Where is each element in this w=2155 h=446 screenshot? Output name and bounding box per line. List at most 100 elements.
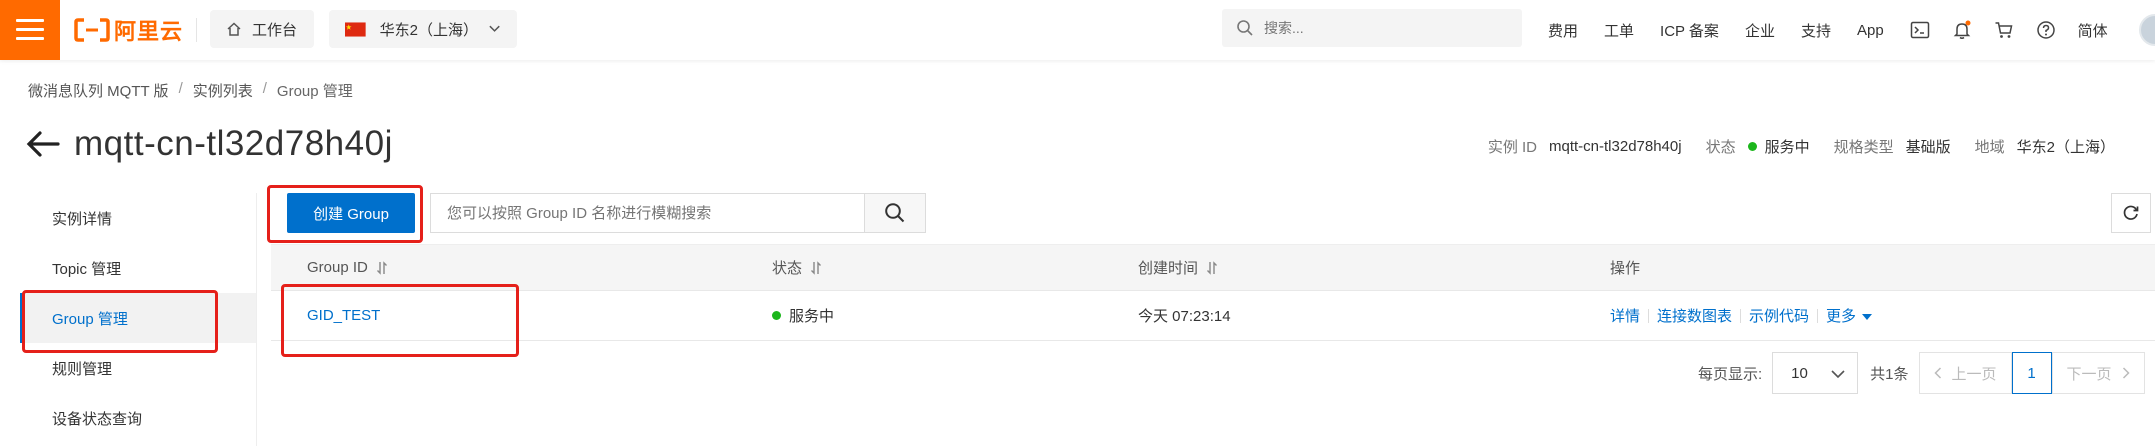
instance-id-value: mqtt-cn-tl32d78h40j <box>1549 138 1682 155</box>
details-link[interactable]: 详情 <box>1610 305 1640 326</box>
create-group-button[interactable]: 创建 Group <box>287 193 415 233</box>
region-label: 华东2（上海） <box>379 21 478 39</box>
per-page-label: 每页显示: <box>1698 365 1763 383</box>
sidebar-item-label: Topic 管理 <box>52 260 122 278</box>
breadcrumb-separator: / <box>178 80 183 97</box>
more-dropdown[interactable]: 更多 <box>1826 305 1873 326</box>
global-search-input[interactable] <box>1264 20 1504 36</box>
sort-icon[interactable] <box>1206 260 1218 275</box>
column-label: 状态 <box>772 260 803 277</box>
next-page-label: 下一页 <box>2066 365 2112 383</box>
pagination: 每页显示: 10 共1条 上一页 1 下一页 <box>1698 352 2145 394</box>
sort-icon[interactable] <box>810 260 822 275</box>
link-enterprise[interactable]: 企业 <box>1745 20 1775 41</box>
page-header: mqtt-cn-tl32d78h40j <box>26 124 393 164</box>
avatar[interactable] <box>2139 14 2155 46</box>
aliyun-logo[interactable]: 阿里云 <box>74 14 183 46</box>
link-app[interactable]: App <box>1857 22 1884 39</box>
status-label: 状态 <box>1705 139 1736 156</box>
link-icp[interactable]: ICP 备案 <box>1660 20 1719 41</box>
connection-chart-link[interactable]: 连接数图表 <box>1657 305 1732 326</box>
home-icon <box>227 22 241 36</box>
column-header-actions: 操作 <box>1610 245 1640 290</box>
page-title: mqtt-cn-tl32d78h40j <box>74 124 393 163</box>
sidebar-item-rules[interactable]: 规则管理 <box>20 343 256 393</box>
page-number-button[interactable]: 1 <box>2011 352 2052 394</box>
column-header-created[interactable]: 创建时间 <box>1138 245 1218 290</box>
region-meta-label: 地域 <box>1974 139 2005 156</box>
column-header-group-id[interactable]: Group ID <box>307 245 388 290</box>
region-selector[interactable]: 华东2（上海） <box>329 10 517 48</box>
spec-label: 规格类型 <box>1833 139 1894 156</box>
bell-icon[interactable] <box>1952 20 1972 40</box>
region-meta-value: 华东2（上海） <box>2016 139 2115 156</box>
sidebar-item-label: 设备状态查询 <box>52 410 143 428</box>
instance-id-label: 实例 ID <box>1487 139 1537 156</box>
breadcrumb-item-instances[interactable]: 实例列表 <box>193 80 253 101</box>
language-switch[interactable]: 简体 <box>2078 20 2108 41</box>
link-tickets[interactable]: 工单 <box>1604 20 1634 41</box>
sidebar-item-device-status[interactable]: 设备状态查询 <box>20 393 256 443</box>
sidebar-item-topic[interactable]: Topic 管理 <box>20 243 256 293</box>
china-flag-icon <box>345 21 366 37</box>
hamburger-menu-button[interactable] <box>0 0 60 60</box>
next-page-button[interactable]: 下一页 <box>2051 352 2145 394</box>
divider <box>1648 308 1650 323</box>
sidebar-item-instance-details[interactable]: 实例详情 <box>20 193 256 243</box>
global-search[interactable] <box>1222 9 1522 47</box>
logo-text: 阿里云 <box>114 19 184 44</box>
caret-down-icon <box>1862 314 1873 320</box>
hamburger-line <box>16 19 44 22</box>
divider <box>256 193 257 446</box>
sidebar-item-label: Group 管理 <box>52 310 128 328</box>
hamburger-line <box>16 28 44 31</box>
sidebar: 实例详情 Topic 管理 Group 管理 规则管理 设备状态查询 <box>20 193 256 443</box>
column-label: 创建时间 <box>1138 260 1199 277</box>
hamburger-line <box>16 37 44 40</box>
chevron-down-icon <box>489 25 500 32</box>
per-page-select[interactable]: 10 <box>1772 352 1859 394</box>
status-cell: 服务中 <box>772 291 834 340</box>
link-support[interactable]: 支持 <box>1801 20 1831 41</box>
per-page-value: 10 <box>1791 364 1808 382</box>
column-header-status[interactable]: 状态 <box>772 245 822 290</box>
status-text: 服务中 <box>789 308 835 325</box>
sidebar-item-label: 规则管理 <box>52 360 113 378</box>
divider <box>1740 308 1742 323</box>
back-arrow-icon[interactable] <box>26 129 60 159</box>
actions-cell: 详情 连接数图表 示例代码 更多 <box>1610 291 1873 340</box>
group-id-link[interactable]: GID_TEST <box>307 291 380 340</box>
group-search <box>430 193 926 233</box>
help-icon[interactable] <box>2036 20 2056 40</box>
total-count: 共1条 <box>1870 365 1909 383</box>
group-table: Group ID 状态 创建时间 操作 GID_TEST 服务中 今天 07:2 <box>271 244 2155 341</box>
column-label: Group ID <box>307 259 368 276</box>
top-navigation-bar: 阿里云 工作台 华东2（上海） 费用 工单 ICP 备案 企业 支持 App <box>0 0 2155 60</box>
sort-icon[interactable] <box>376 260 388 275</box>
group-search-input[interactable] <box>430 193 864 233</box>
table-row: GID_TEST 服务中 今天 07:23:14 详情 连接数图表 示例代码 更… <box>271 291 2155 341</box>
prev-page-button[interactable]: 上一页 <box>1918 352 2012 394</box>
sidebar-item-group[interactable]: Group 管理 <box>20 293 256 343</box>
table-header: Group ID 状态 创建时间 操作 <box>271 244 2155 291</box>
prev-page-label: 上一页 <box>1951 365 1997 383</box>
more-label: 更多 <box>1826 308 1857 325</box>
link-billing[interactable]: 费用 <box>1548 20 1578 41</box>
status-dot-icon <box>1747 142 1757 151</box>
top-links: 费用 工单 ICP 备案 企业 支持 App 简体 <box>1548 0 2134 60</box>
group-search-button[interactable] <box>864 193 926 233</box>
column-label: 操作 <box>1610 260 1641 277</box>
workbench-label: 工作台 <box>252 21 298 39</box>
refresh-button[interactable] <box>2111 193 2151 233</box>
workbench-button[interactable]: 工作台 <box>210 10 314 48</box>
terminal-icon[interactable] <box>1910 21 1930 39</box>
breadcrumb-item-mqtt[interactable]: 微消息队列 MQTT 版 <box>28 80 169 101</box>
chevron-down-icon <box>1831 370 1845 379</box>
sample-code-link[interactable]: 示例代码 <box>1749 305 1809 326</box>
divider <box>196 18 197 42</box>
cart-icon[interactable] <box>1994 20 2014 40</box>
breadcrumb: 微消息队列 MQTT 版 / 实例列表 / Group 管理 <box>28 80 353 101</box>
chevron-left-icon <box>1933 367 1941 379</box>
sidebar-item-label: 实例详情 <box>52 210 113 228</box>
divider <box>1817 308 1819 323</box>
